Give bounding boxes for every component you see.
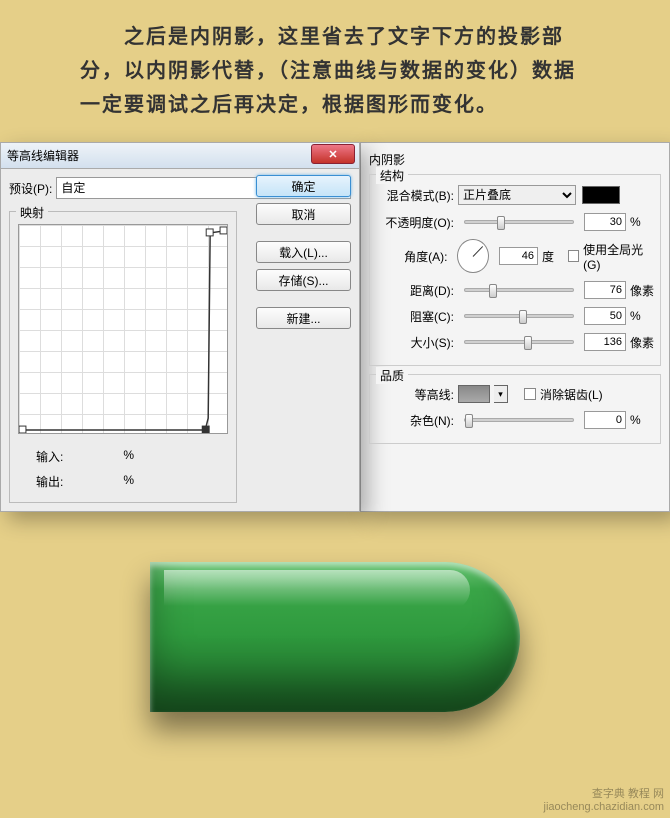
structure-legend: 结构 bbox=[376, 167, 408, 184]
mapping-group: 映射 输入: % 输出: % bbox=[9, 211, 237, 503]
contour-label: 等高线: bbox=[376, 386, 454, 403]
output-percent: % bbox=[123, 473, 134, 490]
opacity-label: 不透明度(O): bbox=[376, 214, 454, 231]
intro-text: 之后是内阴影，这里省去了文字下方的投影部分，以内阴影代替，（注意曲线与数据的变化… bbox=[0, 0, 670, 142]
inner-shadow-title: 内阴影 bbox=[369, 149, 661, 174]
distance-unit: 像素 bbox=[630, 282, 654, 299]
opacity-unit: % bbox=[630, 215, 654, 229]
quality-legend: 品质 bbox=[376, 367, 408, 384]
curve-editor[interactable] bbox=[18, 224, 228, 434]
choke-label: 阻塞(C): bbox=[376, 308, 454, 325]
inner-shadow-panel: 内阴影 结构 混合模式(B): 正片叠底 不透明度(O): 30 % 角度(A)… bbox=[360, 142, 670, 512]
size-value[interactable]: 136 bbox=[584, 333, 626, 351]
input-percent: % bbox=[123, 448, 134, 465]
size-slider[interactable] bbox=[464, 340, 574, 344]
distance-value[interactable]: 76 bbox=[584, 281, 626, 299]
distance-label: 距离(D): bbox=[376, 282, 454, 299]
contour-swatch[interactable] bbox=[458, 385, 490, 403]
antialias-checkbox[interactable] bbox=[524, 388, 536, 400]
close-button[interactable]: ✕ bbox=[311, 144, 355, 164]
global-light-checkbox[interactable] bbox=[568, 250, 579, 262]
structure-group: 结构 混合模式(B): 正片叠底 不透明度(O): 30 % 角度(A): 46… bbox=[369, 174, 661, 366]
size-label: 大小(S): bbox=[376, 334, 454, 351]
close-icon: ✕ bbox=[328, 148, 337, 161]
angle-value[interactable]: 46 bbox=[499, 247, 538, 265]
save-button[interactable]: 存储(S)... bbox=[256, 269, 351, 291]
panels-row: 等高线编辑器 ✕ 预设(P): 自定 确定 取消 载入(L)... 存储(S).… bbox=[0, 142, 670, 512]
choke-unit: % bbox=[630, 309, 654, 323]
cancel-button[interactable]: 取消 bbox=[256, 203, 351, 225]
choke-value[interactable]: 50 bbox=[584, 307, 626, 325]
angle-unit: 度 bbox=[542, 248, 564, 265]
contour-editor-dialog: 等高线编辑器 ✕ 预设(P): 自定 确定 取消 载入(L)... 存储(S).… bbox=[0, 142, 360, 512]
noise-unit: % bbox=[630, 413, 654, 427]
opacity-slider[interactable] bbox=[464, 220, 574, 224]
choke-slider[interactable] bbox=[464, 314, 574, 318]
button-column: 确定 取消 载入(L)... 存储(S)... 新建... bbox=[256, 175, 351, 335]
quality-group: 品质 等高线: ▾ 消除锯齿(L) 杂色(N): 0 % bbox=[369, 374, 661, 444]
color-swatch[interactable] bbox=[582, 186, 620, 204]
ok-button[interactable]: 确定 bbox=[256, 175, 351, 197]
noise-value[interactable]: 0 bbox=[584, 411, 626, 429]
opacity-value[interactable]: 30 bbox=[584, 213, 626, 231]
noise-slider[interactable] bbox=[464, 418, 574, 422]
angle-label: 角度(A): bbox=[376, 248, 447, 265]
watermark: 查字典 教程 网 jiaocheng.chazidian.com bbox=[544, 788, 664, 814]
contour-dropdown[interactable]: ▾ bbox=[494, 385, 508, 403]
dialog-title: 等高线编辑器 bbox=[7, 147, 79, 164]
size-unit: 像素 bbox=[630, 334, 654, 351]
output-label: 输出: bbox=[36, 475, 63, 489]
noise-label: 杂色(N): bbox=[376, 412, 454, 429]
blend-label: 混合模式(B): bbox=[376, 187, 454, 204]
green-pill-preview bbox=[150, 562, 520, 712]
new-button[interactable]: 新建... bbox=[256, 307, 351, 329]
blend-select[interactable]: 正片叠底 bbox=[458, 185, 576, 205]
global-light-label: 使用全局光(G) bbox=[583, 241, 654, 272]
angle-dial[interactable] bbox=[457, 239, 488, 273]
distance-slider[interactable] bbox=[464, 288, 574, 292]
load-button[interactable]: 载入(L)... bbox=[256, 241, 351, 263]
antialias-label: 消除锯齿(L) bbox=[540, 386, 603, 403]
preset-label: 预设(P): bbox=[9, 180, 52, 197]
mapping-legend: 映射 bbox=[16, 204, 48, 221]
input-label: 输入: bbox=[36, 450, 63, 464]
preview-area bbox=[0, 562, 670, 712]
dialog-titlebar: 等高线编辑器 ✕ bbox=[1, 143, 359, 169]
